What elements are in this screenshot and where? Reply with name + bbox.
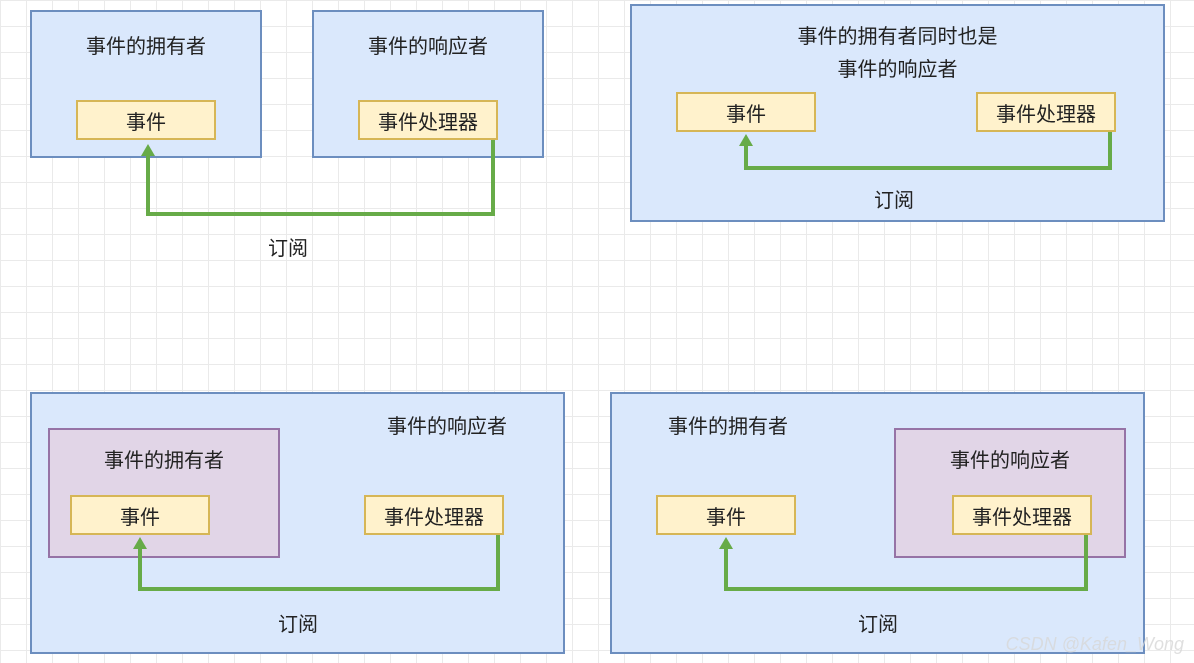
panel-c-outer-label: 事件的响应者 [387, 410, 507, 439]
panel-a-link-label: 订阅 [268, 232, 308, 261]
handler-label: 事件处理器 [996, 98, 1096, 127]
panel-b-title-line2: 事件的响应者 [838, 53, 958, 82]
panel-b-link-label: 订阅 [874, 184, 914, 213]
arrow-c-seg2 [138, 587, 500, 591]
event-label: 事件 [126, 106, 166, 135]
panel-d-outer-label: 事件的拥有者 [668, 410, 788, 439]
event-label: 事件 [706, 501, 746, 530]
arrow-a-seg3 [146, 156, 150, 216]
arrow-b-seg3 [744, 146, 748, 170]
panel-d-link-label: 订阅 [858, 608, 898, 637]
panel-d-inner-box: 事件的响应者 [894, 428, 1126, 558]
handler-label: 事件处理器 [384, 501, 484, 530]
handler-label: 事件处理器 [972, 501, 1072, 530]
panel-c-handler-box: 事件处理器 [364, 495, 504, 535]
panel-c-event-box: 事件 [70, 495, 210, 535]
arrow-a-head [141, 144, 155, 156]
arrow-a-seg1 [491, 140, 495, 216]
watermark: CSDN @Kafen_Wong [1006, 634, 1184, 655]
panel-b-handler-box: 事件处理器 [976, 92, 1116, 132]
arrow-d-seg1 [1084, 535, 1088, 591]
owner-label: 事件的拥有者 [86, 30, 206, 59]
panel-b-title-line1: 事件的拥有者同时也是 [798, 20, 998, 49]
arrow-c-seg1 [496, 535, 500, 591]
arrow-b-seg1 [1108, 132, 1112, 170]
handler-label: 事件处理器 [378, 106, 478, 135]
arrow-d-seg3 [724, 549, 728, 591]
panel-c-link-label: 订阅 [278, 608, 318, 637]
panel-d-handler-box: 事件处理器 [952, 495, 1092, 535]
arrow-b-seg2 [744, 166, 1112, 170]
panel-c-inner-box: 事件的拥有者 [48, 428, 280, 558]
panel-c-inner-label: 事件的拥有者 [104, 444, 224, 473]
event-label: 事件 [120, 501, 160, 530]
arrow-c-seg3 [138, 549, 142, 591]
arrow-c-head [133, 537, 147, 549]
panel-d-inner-label: 事件的响应者 [950, 444, 1070, 473]
arrow-d-seg2 [724, 587, 1088, 591]
event-label: 事件 [726, 98, 766, 127]
panel-a-handler-box: 事件处理器 [358, 100, 498, 140]
panel-a-event-box: 事件 [76, 100, 216, 140]
arrow-d-head [719, 537, 733, 549]
arrow-b-head [739, 134, 753, 146]
responder-label: 事件的响应者 [368, 30, 488, 59]
arrow-a-seg2 [146, 212, 495, 216]
panel-d-event-box: 事件 [656, 495, 796, 535]
panel-b-event-box: 事件 [676, 92, 816, 132]
